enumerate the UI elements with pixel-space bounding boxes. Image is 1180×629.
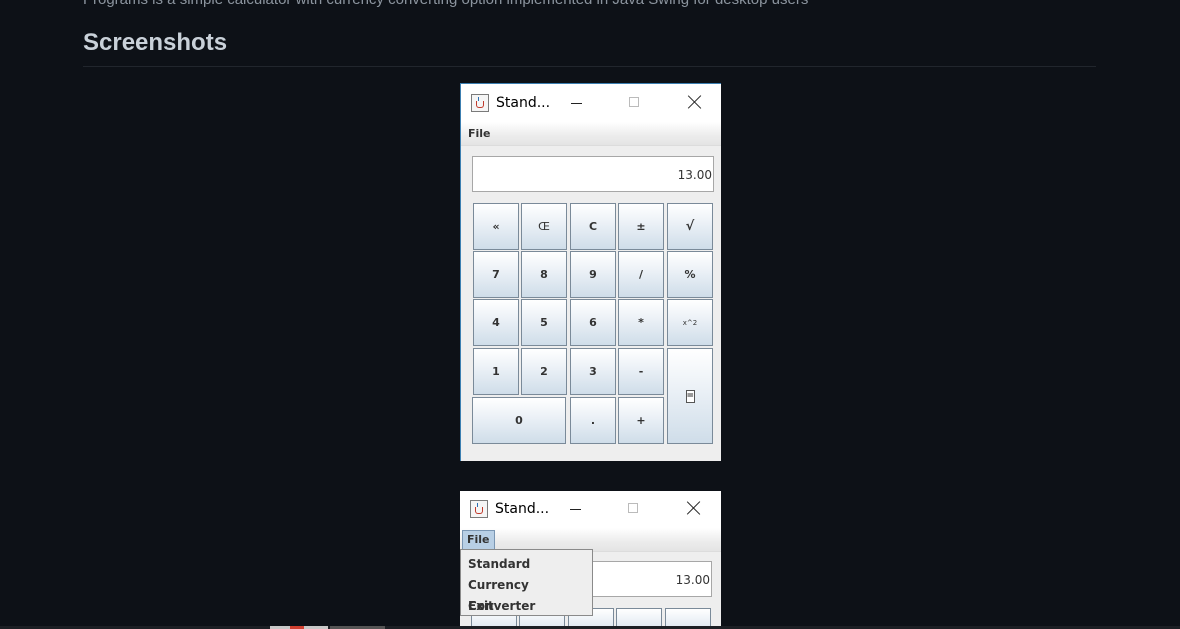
file-menu-popup: Standard Currency Converter Exit — [460, 549, 593, 616]
window-title: Stand... — [496, 95, 551, 111]
digit-4-button[interactable]: 4 — [473, 299, 519, 346]
menu-file[interactable]: File — [464, 124, 495, 143]
maximize-button[interactable] — [605, 491, 663, 529]
intro-text: Programs is a simple calculator with cur… — [83, 0, 1093, 8]
digit-1-button[interactable]: 1 — [473, 348, 519, 395]
title-bar[interactable]: Stand... — [460, 491, 721, 529]
digit-9-button[interactable]: 9 — [570, 251, 616, 298]
close-icon — [688, 95, 702, 109]
clear-entry-button[interactable]: Œ — [521, 203, 567, 250]
menu-item-standard[interactable]: Standard — [461, 554, 592, 575]
calculator-display[interactable]: 13.00 — [590, 561, 712, 597]
heading-divider — [83, 66, 1096, 67]
window-title: Stand... — [495, 501, 550, 517]
minimize-icon — [570, 509, 581, 510]
digit-6-button[interactable]: 6 — [570, 299, 616, 346]
calculator-display[interactable]: 13.00 — [472, 156, 714, 192]
decimal-button[interactable]: . — [570, 397, 616, 444]
plus-button[interactable]: + — [618, 397, 664, 444]
menu-bar: File — [461, 122, 721, 146]
digit-2-button[interactable]: 2 — [521, 348, 567, 395]
plus-minus-button[interactable]: ± — [618, 203, 664, 250]
maximize-icon — [629, 97, 639, 107]
backspace-button[interactable]: « — [473, 203, 519, 250]
close-button[interactable] — [664, 84, 721, 122]
multiply-button[interactable]: * — [618, 299, 664, 346]
calculator-window: Stand... File 13.00 « Œ C ± √ 7 8 9 / % … — [460, 83, 721, 461]
section-heading: Screenshots — [83, 29, 228, 56]
digit-3-button[interactable]: 3 — [570, 348, 616, 395]
title-bar[interactable]: Stand... — [461, 84, 721, 122]
minimize-button[interactable] — [547, 84, 605, 122]
menu-item-currency-converter[interactable]: Currency Converter — [461, 575, 592, 613]
close-icon — [687, 501, 701, 515]
digit-5-button[interactable]: 5 — [521, 299, 567, 346]
square-button[interactable]: x^2 — [667, 299, 713, 346]
maximize-icon — [628, 503, 638, 513]
minimize-icon — [571, 103, 582, 104]
maximize-button[interactable] — [606, 84, 664, 122]
menu-file-active[interactable]: File — [462, 530, 495, 551]
divide-button[interactable]: / — [618, 251, 664, 298]
equals-button[interactable]: = — [667, 348, 713, 444]
square-root-button[interactable]: √ — [667, 203, 713, 250]
minimize-button[interactable] — [546, 491, 604, 529]
digit-0-button[interactable]: 0 — [472, 397, 566, 444]
percent-button[interactable]: % — [667, 251, 713, 298]
java-cup-icon — [470, 500, 488, 518]
digit-7-button[interactable]: 7 — [473, 251, 519, 298]
close-button[interactable] — [663, 491, 721, 529]
digit-8-button[interactable]: 8 — [521, 251, 567, 298]
java-cup-icon — [471, 94, 489, 112]
equals-label: = — [685, 389, 695, 403]
minus-button[interactable]: - — [618, 348, 664, 395]
clear-button[interactable]: C — [570, 203, 616, 250]
